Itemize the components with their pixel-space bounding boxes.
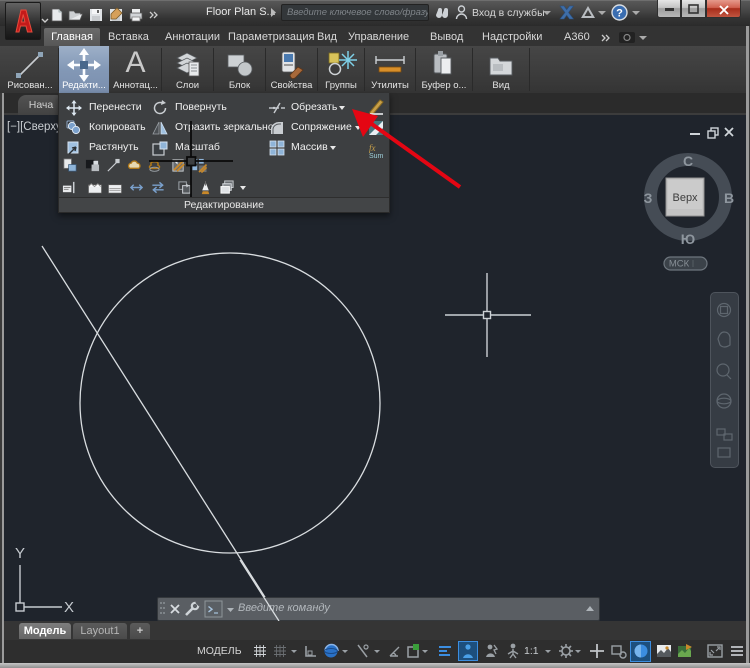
svg-text:?: ?: [616, 8, 623, 20]
